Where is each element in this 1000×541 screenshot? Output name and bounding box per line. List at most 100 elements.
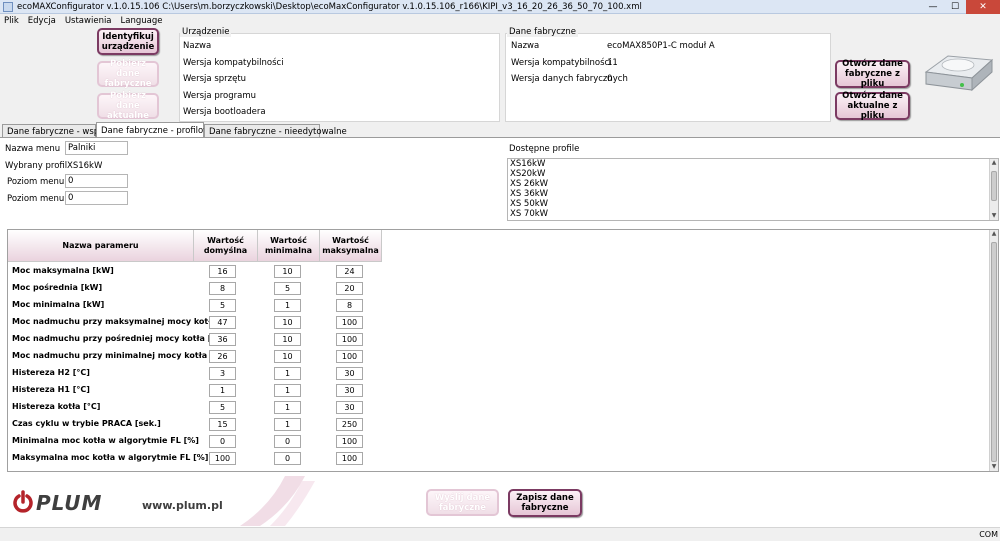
- save-factory-data-button[interactable]: Zapisz dane fabryczne: [508, 489, 582, 517]
- decorative-swoosh: [240, 476, 315, 526]
- device-bootloader-label: Wersja bootloadera: [183, 107, 266, 117]
- param-def-input[interactable]: 26: [209, 350, 236, 363]
- open-factory-file-button[interactable]: Otwórz dane fabryczne z pliku: [835, 59, 910, 89]
- param-max-input[interactable]: 20: [336, 282, 363, 295]
- table-scrollbar[interactable]: ▲ ▼: [989, 230, 998, 471]
- param-max-input[interactable]: 24: [336, 265, 363, 278]
- table-row: Maksymalna moc kotła w algorytmie FL [%]…: [8, 450, 388, 467]
- profile-item[interactable]: XS16kW: [508, 159, 998, 169]
- param-max-input[interactable]: 250: [336, 418, 363, 431]
- close-button[interactable]: ✕: [966, 0, 1000, 14]
- param-min-input[interactable]: 0: [274, 452, 301, 465]
- table-row: Moc minimalna [kW] 5 1 8: [8, 297, 388, 314]
- send-factory-data-button[interactable]: Wyślij dane fabryczne: [426, 489, 499, 516]
- website-link[interactable]: www.plum.pl: [142, 499, 223, 512]
- param-def-input[interactable]: 16: [209, 265, 236, 278]
- param-min-input[interactable]: 10: [274, 265, 301, 278]
- param-name: Histereza H1 [°C]: [12, 385, 90, 394]
- param-max-input[interactable]: 30: [336, 384, 363, 397]
- get-factory-data-button[interactable]: Pobierz dane fabryczne: [97, 59, 159, 89]
- tab-factory-noneditable[interactable]: Dane fabryczne - nieedytowalne: [204, 124, 347, 138]
- param-def-input[interactable]: 47: [209, 316, 236, 329]
- param-name: Moc maksymalna [kW]: [12, 266, 114, 275]
- table-row: Moc pośrednia [kW] 8 5 20: [8, 280, 388, 297]
- device-hw-label: Wersja sprzętu: [183, 74, 247, 84]
- param-min-input[interactable]: 10: [274, 350, 301, 363]
- profiles-label: Dostępne profile: [509, 144, 580, 154]
- menu-level1-input[interactable]: [65, 191, 128, 205]
- param-min-input[interactable]: 5: [274, 282, 301, 295]
- param-name: Moc minimalna [kW]: [12, 300, 105, 309]
- param-name: Histereza H2 [°C]: [12, 368, 90, 377]
- param-def-input[interactable]: 36: [209, 333, 236, 346]
- menu-bar: Plik Edycja Ustawienia Language: [0, 14, 1000, 27]
- param-name: Czas cyklu w trybie PRACA [sek.]: [12, 419, 161, 428]
- profile-item[interactable]: XS 26kW: [508, 179, 998, 189]
- menu-plik[interactable]: Plik: [4, 16, 19, 26]
- param-min-input[interactable]: 1: [274, 367, 301, 380]
- scroll-up-icon[interactable]: ▲: [990, 159, 998, 167]
- table-row: Moc maksymalna [kW] 16 10 24: [8, 263, 388, 280]
- menu-level0-input[interactable]: [65, 174, 128, 188]
- menu-ustawienia[interactable]: Ustawienia: [65, 16, 112, 26]
- tab-factory-profiled[interactable]: Dane fabryczne - profilowane: [96, 122, 226, 138]
- parameters-table: Nazwa paramеru Wartość domyślna Wartość …: [7, 229, 999, 472]
- open-current-file-button[interactable]: Otwórz dane aktualne z pliku: [835, 91, 910, 121]
- status-com: COM: [979, 530, 998, 539]
- menu-level0-label: Poziom menu 0: [7, 177, 73, 187]
- param-min-input[interactable]: 0: [274, 435, 301, 448]
- param-def-input[interactable]: 0: [209, 435, 236, 448]
- tab-factory-common[interactable]: Dane fabryczne - wspólne: [2, 124, 117, 138]
- param-max-input[interactable]: 30: [336, 367, 363, 380]
- status-bar: COM: [0, 527, 1000, 541]
- param-max-input[interactable]: 8: [336, 299, 363, 312]
- param-min-input[interactable]: 1: [274, 401, 301, 414]
- maximize-button[interactable]: ☐: [944, 0, 966, 14]
- identify-device-button[interactable]: Identyfikuj urządzenie: [97, 28, 159, 55]
- param-max-input[interactable]: 100: [336, 435, 363, 448]
- param-max-input[interactable]: 100: [336, 316, 363, 329]
- param-def-input[interactable]: 5: [209, 401, 236, 414]
- param-name: Moc nadmuchu przy pośredniej mocy kotła …: [12, 334, 224, 343]
- factory-compat-value: 11: [607, 58, 618, 68]
- profiles-list[interactable]: XS16kW XS20kW XS 26kW XS 36kW XS 50kW XS…: [507, 158, 999, 221]
- scroll-thumb[interactable]: [991, 242, 997, 462]
- param-max-input[interactable]: 100: [336, 452, 363, 465]
- window-title: ecoMAXConfigurator v.1.0.15.106 C:\Users…: [17, 1, 642, 12]
- param-min-input[interactable]: 1: [274, 384, 301, 397]
- profile-item[interactable]: XS 70kW: [508, 209, 998, 219]
- app-icon: [3, 1, 13, 12]
- param-max-input[interactable]: 100: [336, 333, 363, 346]
- param-max-input[interactable]: 100: [336, 350, 363, 363]
- profile-item[interactable]: XS20kW: [508, 169, 998, 179]
- profile-item[interactable]: XS 36kW: [508, 189, 998, 199]
- param-min-input[interactable]: 10: [274, 333, 301, 346]
- device-sw-label: Wersja programu: [183, 91, 257, 101]
- header-default: Wartość domyślna: [194, 230, 258, 262]
- menu-edycja[interactable]: Edycja: [28, 16, 56, 26]
- scroll-down-icon[interactable]: ▼: [990, 463, 998, 471]
- param-min-input[interactable]: 1: [274, 299, 301, 312]
- scroll-up-icon[interactable]: ▲: [990, 230, 998, 238]
- scroll-down-icon[interactable]: ▼: [990, 212, 998, 220]
- param-def-input[interactable]: 100: [209, 452, 236, 465]
- menu-language[interactable]: Language: [121, 16, 163, 26]
- header-min: Wartość minimalna: [258, 230, 320, 262]
- param-def-input[interactable]: 1: [209, 384, 236, 397]
- get-current-data-button[interactable]: Pobierz dane aktualne: [97, 91, 159, 121]
- param-max-input[interactable]: 30: [336, 401, 363, 414]
- device-name-label: Nazwa: [183, 41, 212, 51]
- param-def-input[interactable]: 8: [209, 282, 236, 295]
- table-row: Histereza H1 [°C] 1 1 30: [8, 382, 388, 399]
- profiles-scrollbar[interactable]: ▲ ▼: [989, 159, 998, 220]
- scroll-thumb[interactable]: [991, 171, 997, 201]
- table-row: Moc nadmuchu przy maksymalnej mocy kotła…: [8, 314, 388, 331]
- param-def-input[interactable]: 3: [209, 367, 236, 380]
- param-def-input[interactable]: 15: [209, 418, 236, 431]
- profile-item[interactable]: XS 50kW: [508, 199, 998, 209]
- param-def-input[interactable]: 5: [209, 299, 236, 312]
- menu-name-input[interactable]: [65, 141, 128, 155]
- param-min-input[interactable]: 1: [274, 418, 301, 431]
- minimize-button[interactable]: —: [922, 0, 944, 14]
- param-min-input[interactable]: 10: [274, 316, 301, 329]
